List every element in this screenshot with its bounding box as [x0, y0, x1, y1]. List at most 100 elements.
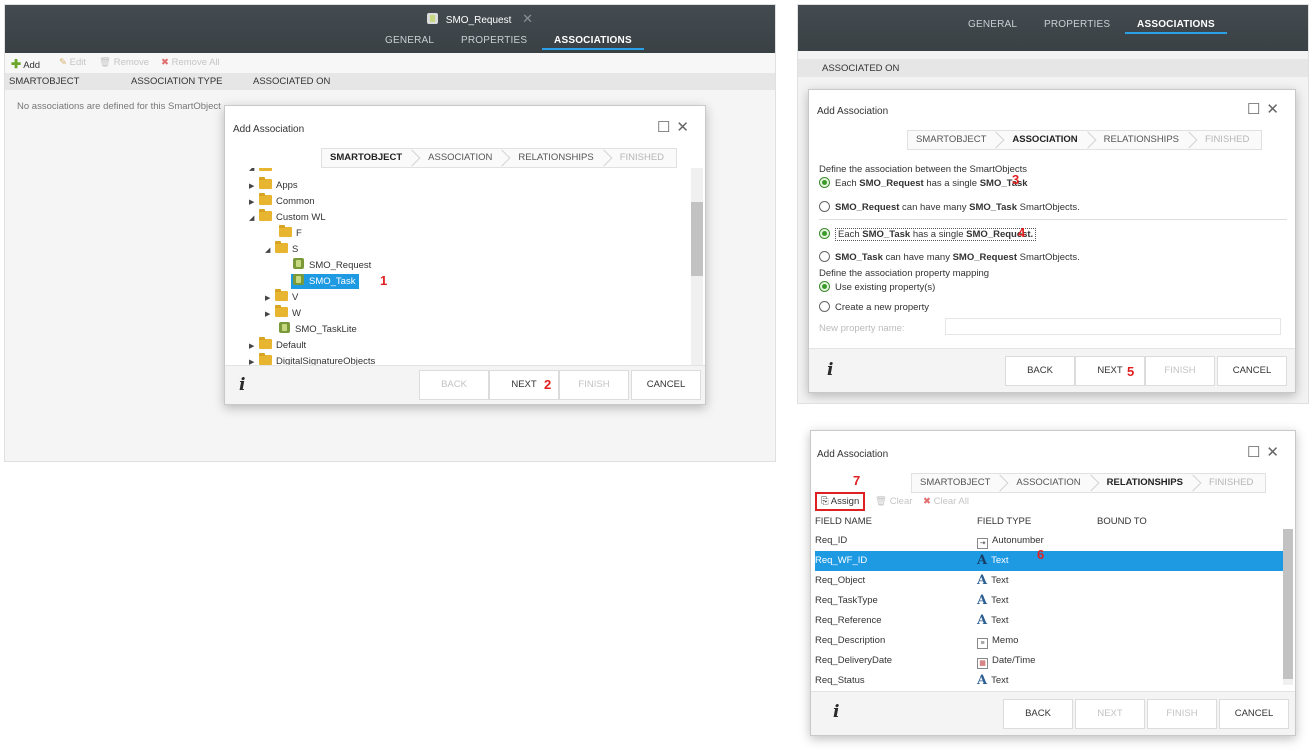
tree-item-smo-request[interactable]: SMO_Request	[293, 258, 371, 273]
radio-unselected[interactable]	[819, 251, 830, 262]
tree-item-common[interactable]: ▶ Common	[249, 193, 315, 210]
tree-item-w[interactable]: ▶ W	[265, 305, 301, 322]
collapse-icon[interactable]: ◢	[249, 211, 259, 226]
finish-button[interactable]: FINISH	[1147, 699, 1217, 729]
expand-icon[interactable]: ▶	[265, 307, 275, 322]
table-row[interactable]: Req_Status A Text	[815, 671, 1283, 691]
info-icon[interactable]: i	[833, 702, 839, 722]
tree-item-custom-wl[interactable]: ◢ Custom WL	[249, 209, 326, 226]
tree-item-apps[interactable]: ▶ Apps	[249, 177, 298, 194]
scroll-thumb[interactable]	[1283, 529, 1293, 679]
close-icon[interactable]: ✕	[1266, 444, 1285, 461]
close-icon[interactable]: ✕	[1266, 101, 1285, 118]
expand-icon[interactable]: ▶	[249, 355, 259, 365]
col-smartobject[interactable]: SMARTOBJECT	[9, 76, 79, 87]
window-controls: ☐✕	[657, 118, 695, 136]
option-single-task[interactable]: Each SMO_Request has a single SMO_Task	[819, 177, 1028, 189]
tree-item-f[interactable]: F	[279, 225, 302, 241]
add-button[interactable]: ✚ Add	[11, 57, 40, 71]
option-single-request[interactable]: Each SMO_Task has a single SMO_Request.	[819, 228, 1037, 241]
cancel-button[interactable]: CANCEL	[1217, 356, 1287, 386]
new-property-input[interactable]	[945, 318, 1281, 335]
tree-scrollbar[interactable]	[691, 168, 703, 365]
radio-unselected[interactable]	[819, 301, 830, 312]
maximize-icon[interactable]: ☐	[1247, 101, 1266, 118]
tree-item-default[interactable]: ▶ Default	[249, 337, 306, 354]
next-button[interactable]: NEXT	[1075, 356, 1145, 386]
tab-properties[interactable]: PROPERTIES	[1032, 19, 1122, 30]
table-row[interactable]: Req_DeliveryDate ▦ Date/Time	[815, 651, 1283, 671]
tab-associations[interactable]: ASSOCIATIONS	[542, 35, 644, 50]
clear-button[interactable]: 🗑 Clear	[875, 496, 912, 507]
opt-text: SMO_Task	[835, 252, 883, 263]
opt-text: Create a new property	[835, 302, 929, 313]
tree-item-digitalsignature[interactable]: ▶ DigitalSignatureObjects	[249, 353, 375, 365]
back-button[interactable]: BACK	[1003, 699, 1073, 729]
table-row[interactable]: Req_Object A Text	[815, 571, 1283, 591]
annotation-1: 1	[380, 273, 388, 288]
tree-label: S	[292, 244, 299, 255]
option-many-tasks[interactable]: SMO_Request can have many SMO_Task Smart…	[819, 201, 1080, 213]
back-button[interactable]: BACK	[419, 370, 489, 400]
collapse-icon[interactable]: ◢	[265, 243, 275, 258]
edit-button[interactable]: ✎ Edit	[59, 57, 86, 68]
option-use-existing[interactable]: Use existing property(s)	[819, 281, 935, 293]
add-association-dialog-step1: Add Association ☐✕ SMARTOBJECT ASSOCIATI…	[224, 105, 706, 405]
tree-item-v[interactable]: ▶ V	[265, 289, 298, 306]
col-associated-on[interactable]: ASSOCIATED ON	[253, 76, 330, 87]
expand-icon[interactable]: ▶	[249, 339, 259, 354]
option-create-new[interactable]: Create a new property	[819, 301, 929, 313]
maximize-icon[interactable]: ☐	[657, 119, 676, 136]
next-button[interactable]: NEXT	[1075, 699, 1145, 729]
remove-button[interactable]: 🗑 Remove	[99, 57, 149, 68]
table-row[interactable]: Req_ID ⇥ Autonumber	[815, 531, 1283, 551]
tree-item-smo-tasklite[interactable]: SMO_TaskLite	[279, 322, 357, 337]
tab-general[interactable]: GENERAL	[373, 35, 446, 46]
info-icon[interactable]: i	[239, 375, 245, 395]
col-field-type[interactable]: FIELD TYPE	[977, 516, 1031, 527]
expand-icon[interactable]: ▶	[265, 291, 275, 306]
radio-selected[interactable]	[819, 177, 830, 188]
cancel-button[interactable]: CANCEL	[631, 370, 701, 400]
tab-general[interactable]: GENERAL	[956, 19, 1029, 30]
clear-all-button[interactable]: ✖ Clear All	[923, 496, 969, 507]
maximize-icon[interactable]: ☐	[1247, 444, 1266, 461]
col-bound-to[interactable]: BOUND TO	[1097, 516, 1147, 527]
tree-item-s[interactable]: ◢ S	[265, 241, 299, 258]
field-name: Req_WF_ID	[815, 555, 868, 566]
finish-button[interactable]: FINISH	[1145, 356, 1215, 386]
assign-button[interactable]: ⎘ Assign	[815, 492, 866, 511]
option-many-requests[interactable]: SMO_Task can have many SMO_Request Smart…	[819, 251, 1080, 263]
back-button[interactable]: BACK	[1005, 356, 1075, 386]
tree-item-partial: ◢	[249, 168, 276, 176]
scroll-thumb[interactable]	[691, 202, 703, 276]
right-top-header: GENERAL PROPERTIES ASSOCIATIONS	[798, 5, 1308, 51]
tab-properties[interactable]: PROPERTIES	[449, 35, 539, 46]
cancel-button[interactable]: CANCEL	[1219, 699, 1289, 729]
expand-icon[interactable]: ▶	[249, 179, 259, 194]
info-icon[interactable]: i	[827, 360, 833, 380]
col-association-type[interactable]: ASSOCIATION TYPE	[131, 76, 223, 87]
table-row-selected[interactable]: Req_WF_ID A Text 6	[815, 547, 1283, 571]
finish-button[interactable]: FINISH	[559, 370, 629, 400]
table-row[interactable]: Req_Description ≡ Memo	[815, 631, 1283, 651]
remove-all-button[interactable]: ✖ Remove All	[161, 57, 220, 68]
radio-selected[interactable]	[819, 281, 830, 292]
table-row[interactable]: Req_Reference A Text	[815, 611, 1283, 631]
expand-icon[interactable]: ▶	[249, 195, 259, 210]
tree-item-smo-task[interactable]: SMO_Task	[291, 274, 360, 289]
close-icon[interactable]: ✕	[522, 11, 533, 26]
col-associated-on[interactable]: ASSOCIATED ON	[822, 63, 899, 74]
table-row[interactable]: Req_TaskType A Text	[815, 591, 1283, 611]
radio-unselected[interactable]	[819, 201, 830, 212]
close-icon[interactable]: ✕	[676, 119, 695, 136]
annotation-4: 4	[1018, 225, 1026, 240]
folder-icon	[259, 193, 272, 205]
tab-associations[interactable]: ASSOCIATIONS	[1125, 19, 1227, 34]
folder-icon	[259, 337, 272, 349]
field-name: Req_Status	[815, 675, 865, 686]
radio-selected[interactable]	[819, 228, 830, 239]
col-field-name[interactable]: FIELD NAME	[815, 516, 872, 527]
opt-text: SMO_Request	[835, 202, 900, 213]
grid-scrollbar[interactable]	[1283, 529, 1293, 685]
